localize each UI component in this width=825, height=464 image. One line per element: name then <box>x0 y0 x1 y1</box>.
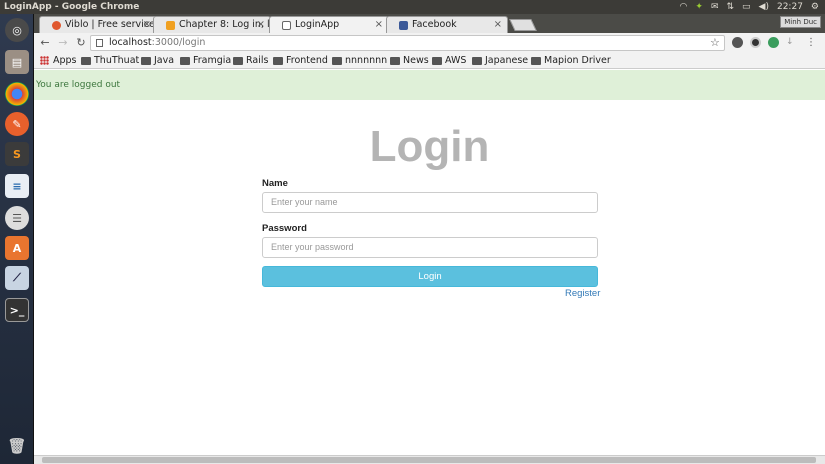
bookmark-folder[interactable]: AWS <box>432 53 466 68</box>
password-label: Password <box>262 223 307 234</box>
name-label: Name <box>262 178 288 189</box>
tab-strip: Viblo | Free service × Chapter 8: Log in… <box>34 14 825 33</box>
mail-icon[interactable]: ✉ <box>711 0 719 14</box>
keyboard-icon[interactable]: ⇅ <box>726 0 734 14</box>
reload-icon[interactable]: ↻ <box>74 36 88 50</box>
chrome-icon[interactable] <box>5 82 29 106</box>
chrome-menu-icon[interactable]: ⋮ <box>806 37 817 48</box>
close-tab-icon[interactable]: × <box>375 17 383 33</box>
bookmark-folder[interactable]: Frontend <box>273 53 328 68</box>
extension-translate-icon[interactable] <box>768 37 779 48</box>
folder-icon <box>472 57 482 65</box>
page-favicon-icon <box>282 21 291 30</box>
profile-badge[interactable]: Minh Duc <box>780 16 821 28</box>
folder-icon <box>432 57 442 65</box>
url-host: localhost <box>109 37 152 48</box>
bookmark-star-icon[interactable]: ☆ <box>710 36 720 49</box>
bookmark-folder[interactable]: News <box>390 53 429 68</box>
scrollbar-thumb[interactable] <box>42 457 816 463</box>
logout-alert: You are logged out <box>34 70 825 100</box>
page-content: You are logged out Login Name Enter your… <box>34 70 825 455</box>
close-tab-icon[interactable]: × <box>494 17 502 33</box>
mysql-workbench-icon[interactable]: ⟋ <box>5 266 29 290</box>
new-tab-button[interactable] <box>509 19 537 31</box>
bookmark-apps[interactable]: Apps <box>40 53 77 68</box>
tab-viblo[interactable]: Viblo | Free service × <box>39 16 157 33</box>
folder-icon <box>531 57 541 65</box>
window-title: LoginApp - Google Chrome <box>4 2 140 12</box>
system-tray: ◠ ✦ ✉ ⇅ ▭ ◀) 22:27 ⚙ <box>680 0 819 14</box>
password-input[interactable]: Enter your password <box>262 237 598 258</box>
tab-facebook[interactable]: Facebook × <box>386 16 508 33</box>
register-link[interactable]: Register <box>565 288 600 299</box>
ubuntu-dash-icon[interactable]: ◎ <box>5 18 29 42</box>
folder-icon <box>81 57 91 65</box>
files-icon[interactable]: ▤ <box>5 50 29 74</box>
folder-icon <box>273 57 283 65</box>
postman-icon[interactable]: ✎ <box>5 112 29 136</box>
folder-icon <box>233 57 243 65</box>
tab-label: LoginApp <box>295 19 340 30</box>
database-icon[interactable]: ☰ <box>5 206 29 230</box>
close-tab-icon[interactable]: × <box>257 17 265 33</box>
folder-icon <box>141 57 151 65</box>
browser-toolbar: ← → ↻ localhost:3000/login ☆ ↓ ⋮ <box>34 33 825 53</box>
libreoffice-writer-icon[interactable]: ≡ <box>5 174 29 198</box>
tab-loginapp[interactable]: LoginApp × <box>269 16 389 33</box>
tutorial-favicon-icon <box>166 21 175 30</box>
trash-icon[interactable]: 🗑 <box>5 434 29 458</box>
unity-launcher: ◎ ▤ ✎ S ≡ ☰ A ⟋ >_ 🗑 <box>0 14 34 464</box>
battery-icon[interactable]: ▭ <box>742 0 751 14</box>
extension-camera-icon[interactable] <box>750 37 761 48</box>
power-gear-icon[interactable]: ⚙ <box>811 0 819 14</box>
tray-app-icon[interactable]: ✦ <box>695 0 703 14</box>
chrome-window: Viblo | Free service × Chapter 8: Log in… <box>34 14 825 464</box>
tab-chapter-8[interactable]: Chapter 8: Log in, lo × <box>153 16 271 33</box>
tab-label: Facebook <box>412 19 457 30</box>
bookmarks-bar: Apps ThuThuat Java Framgia Rails Fronten… <box>34 53 825 69</box>
page-title: Login <box>369 122 490 171</box>
folder-icon <box>390 57 400 65</box>
close-tab-icon[interactable]: × <box>143 17 151 33</box>
tab-label: Viblo | Free service <box>65 19 155 30</box>
clock[interactable]: 22:27 <box>777 0 803 14</box>
login-button[interactable]: Login <box>262 266 598 287</box>
bookmark-folder[interactable]: ThuThuat <box>81 53 139 68</box>
bookmark-folder[interactable]: Mapion Driver <box>531 53 611 68</box>
address-bar[interactable]: localhost:3000/login <box>90 35 725 51</box>
name-input[interactable]: Enter your name <box>262 192 598 213</box>
forward-arrow-icon[interactable]: → <box>56 36 70 50</box>
bookmark-folder[interactable]: Rails <box>233 53 268 68</box>
terminal-icon[interactable]: >_ <box>5 298 29 322</box>
bookmark-folder[interactable]: Framgia <box>180 53 231 68</box>
sublime-text-icon[interactable]: S <box>5 142 29 166</box>
url-path: :3000/login <box>151 37 206 48</box>
horizontal-scrollbar[interactable] <box>34 455 825 464</box>
viblo-favicon-icon <box>52 21 61 30</box>
bookmark-folder[interactable]: Java <box>141 53 174 68</box>
bookmark-folder[interactable]: nnnnnnn <box>332 53 387 68</box>
system-top-panel: LoginApp - Google Chrome ◠ ✦ ✉ ⇅ ▭ ◀) 22… <box>0 0 825 14</box>
folder-icon <box>180 57 190 65</box>
back-arrow-icon[interactable]: ← <box>38 36 52 50</box>
extension-download-icon[interactable]: ↓ <box>786 37 797 48</box>
software-center-icon[interactable]: A <box>5 236 29 260</box>
page-info-icon[interactable] <box>96 39 103 47</box>
extension-dot-icon[interactable] <box>732 37 743 48</box>
folder-icon <box>332 57 342 65</box>
wifi-icon[interactable]: ◠ <box>680 0 688 14</box>
bookmark-folder[interactable]: Japanese <box>472 53 528 68</box>
facebook-favicon-icon <box>399 21 408 30</box>
apps-grid-icon <box>40 56 49 65</box>
volume-icon[interactable]: ◀) <box>759 0 769 14</box>
